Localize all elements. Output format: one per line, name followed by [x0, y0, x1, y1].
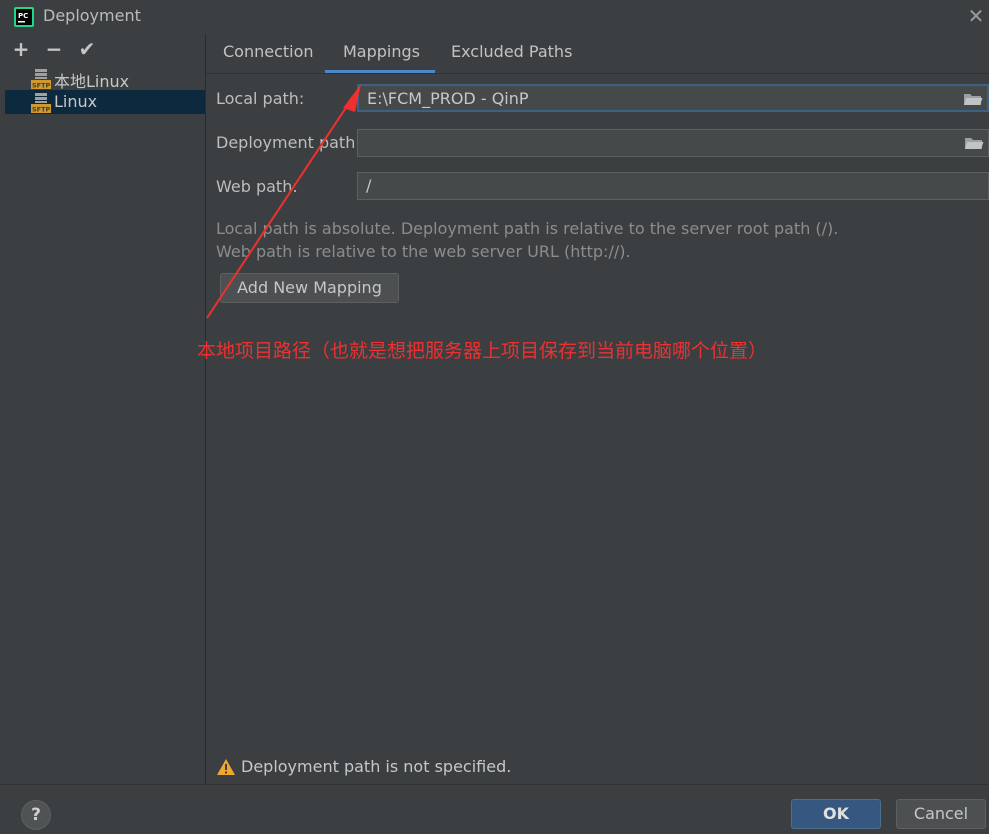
- annotation-arrow: [206, 84, 361, 319]
- help-button[interactable]: ?: [21, 800, 51, 830]
- annotation-text: 本地项目路径（也就是想把服务器上项目保存到当前电脑哪个位置）: [197, 340, 768, 362]
- bottom-separator: [0, 784, 989, 785]
- ok-button[interactable]: OK: [791, 799, 881, 829]
- cancel-button[interactable]: Cancel: [896, 799, 986, 829]
- warning-message: Deployment path is not specified.: [241, 757, 512, 776]
- warning-icon: [217, 759, 235, 775]
